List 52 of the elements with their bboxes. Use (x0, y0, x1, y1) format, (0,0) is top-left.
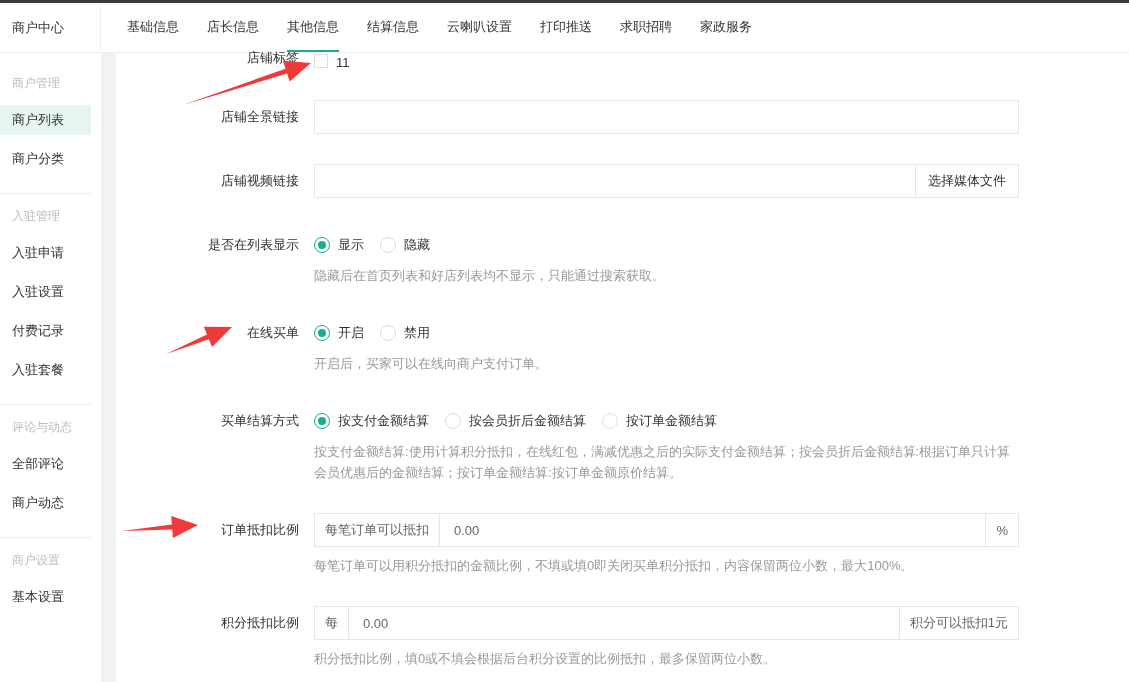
sidebar-heading: 评论与动态 (11, 419, 73, 436)
tab[interactable]: 店长信息 (207, 3, 259, 52)
annotation-arrow (166, 326, 232, 354)
radio-label[interactable]: 按会员折后金额结算 (469, 412, 586, 430)
number-input[interactable]: 0.00 (440, 513, 986, 547)
sidebar-item[interactable]: 全部评论 (0, 449, 91, 479)
help-text: 按支付金额结算:使用计算积分抵扣，在线红包，满减优惠之后的实际支付金额结算；按会员折后金额结算:根据订单只计算会员优惠后的金额结算；按订单金额结算:按订单金额原价结算。 (314, 443, 1012, 482)
sidebar-item[interactable]: 商户列表 (0, 105, 91, 135)
radio-label[interactable]: 禁用 (404, 324, 430, 342)
input-prefix: 每笔订单可以抵扣 (314, 513, 440, 547)
sidebar-item[interactable]: 商户分类 (0, 144, 91, 174)
radio-label[interactable]: 开启 (338, 324, 364, 342)
field-label: 在线买单 (247, 325, 299, 340)
tab[interactable]: 打印推送 (540, 3, 592, 52)
input-suffix: 积分可以抵扣1元 (898, 606, 1019, 640)
radio-label[interactable]: 按订单金额结算 (626, 412, 717, 430)
field-label: 订单抵扣比例 (221, 522, 299, 537)
tab[interactable]: 云喇叭设置 (447, 3, 512, 52)
radio-label[interactable]: 隐藏 (404, 236, 430, 254)
sidebar-item[interactable]: 入驻设置 (0, 277, 91, 307)
sidebar-item[interactable]: 入驻申请 (0, 238, 91, 268)
sidebar-heading: 商户设置 (11, 552, 61, 569)
field-label: 店铺视频链接 (221, 173, 299, 188)
sidebar-heading: 入驻管理 (11, 208, 61, 225)
field-label: 买单结算方式 (221, 413, 299, 428)
sidebar-item[interactable]: 商户动态 (0, 488, 91, 518)
number-input[interactable]: 0.00 (349, 606, 899, 640)
checkbox-option[interactable]: 11 (314, 53, 350, 68)
radio-label[interactable]: 按支付金额结算 (338, 412, 429, 430)
input-prefix: 每 (314, 606, 349, 640)
radio-label[interactable]: 显示 (338, 236, 364, 254)
input-field[interactable] (314, 100, 1019, 134)
help-text: 开启后，买家可以在线向商户支付订单。 (314, 355, 549, 373)
tab[interactable]: 基础信息 (127, 3, 179, 52)
help-text: 每笔订单可以用积分抵扣的金额比例，不填或填0即关闭买单积分抵扣，内容保留两位小数，最大100%。 (314, 557, 915, 575)
checkbox[interactable] (314, 53, 328, 68)
field-label: 店铺全景链接 (221, 109, 299, 124)
tab[interactable]: 求职招聘 (620, 3, 672, 52)
tab[interactable]: 其他信息 (287, 3, 339, 52)
input-suffix: % (985, 513, 1019, 547)
file-field[interactable]: 选择媒体文件 (314, 164, 1019, 198)
sidebar-item[interactable]: 基本设置 (0, 582, 91, 612)
help-text: 隐藏后在首页列表和好店列表均不显示，只能通过搜索获取。 (314, 267, 666, 285)
app-title: 商户中心 (12, 18, 64, 37)
field-label: 积分抵扣比例 (221, 615, 299, 630)
sidebar-item[interactable]: 付费记录 (0, 316, 91, 346)
tab[interactable]: 结算信息 (367, 3, 419, 52)
sidebar-item[interactable]: 入驻套餐 (0, 355, 91, 385)
help-text: 积分抵扣比例，填0或不填会根据后台积分设置的比例抵扣，最多保留两位小数。 (314, 650, 778, 668)
tab[interactable]: 家政服务 (700, 3, 752, 52)
sidebar-heading: 商户管理 (11, 75, 61, 92)
field-label: 是否在列表显示 (208, 237, 299, 252)
